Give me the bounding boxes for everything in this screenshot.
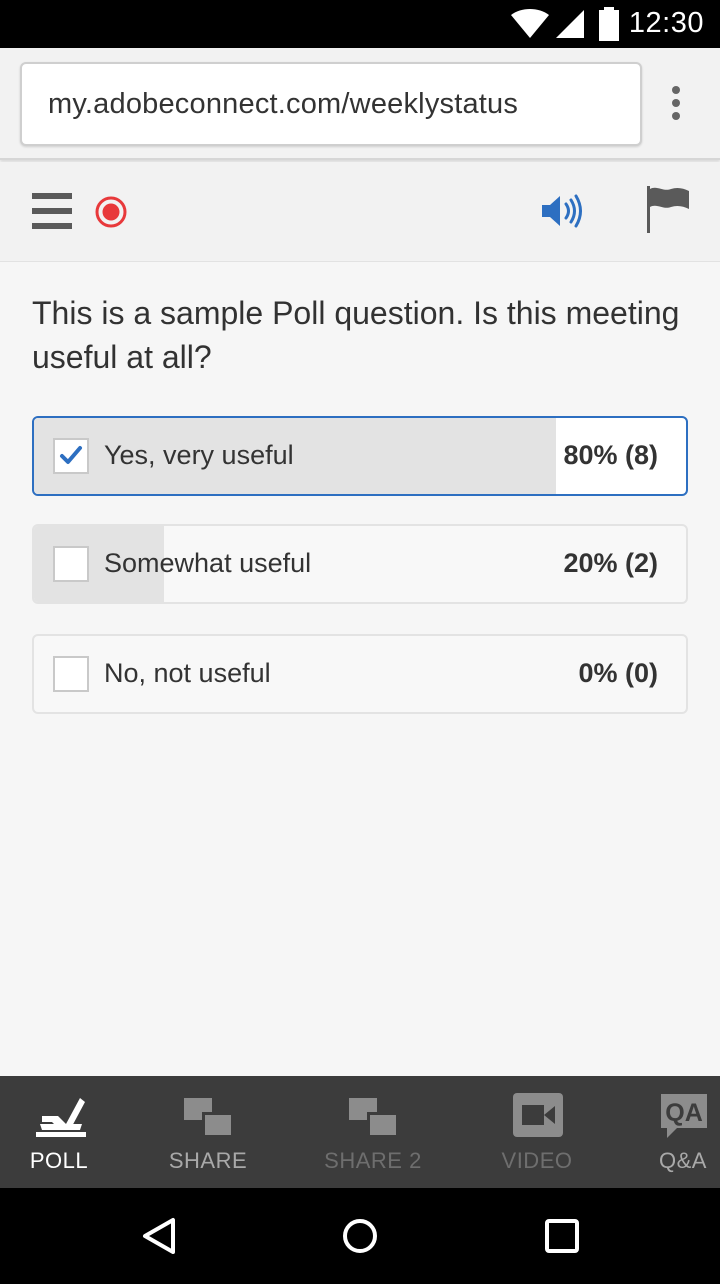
url-field[interactable]: my.adobeconnect.com/weeklystatus — [20, 62, 642, 146]
video-camera-icon — [513, 1093, 563, 1137]
tab-label: Q&A — [659, 1148, 707, 1173]
option-result: 80% (8) — [563, 440, 658, 470]
status-bar: 12:30 — [0, 0, 720, 48]
poll-checkmark-icon — [36, 1098, 86, 1137]
url-text: my.adobeconnect.com/weeklystatus — [48, 88, 519, 120]
tab-poll[interactable]: POLL — [0, 1076, 118, 1188]
poll-option[interactable]: Somewhat useful 20% (2) — [32, 524, 688, 604]
poll-question: This is a sample Poll question. Is this … — [32, 295, 680, 375]
screen: 12:30 my.adobeconnect.com/weeklystatus T… — [0, 0, 720, 1284]
recents-icon[interactable] — [544, 1218, 580, 1254]
poll-panel: This is a sample Poll question. Is this … — [0, 263, 720, 1076]
share-icon — [349, 1098, 397, 1136]
tab-label: POLL — [29, 1148, 89, 1173]
option-result: 0% (0) — [578, 658, 658, 688]
svg-text:QA: QA — [665, 1099, 703, 1127]
hamburger-menu-icon[interactable] — [32, 192, 72, 230]
back-icon[interactable] — [140, 1216, 180, 1256]
tab-video[interactable]: VIDEO — [478, 1076, 596, 1188]
tab-qa[interactable]: QA Q&A — [642, 1076, 720, 1188]
option-checkbox[interactable] — [53, 656, 89, 692]
option-checkbox[interactable] — [53, 546, 89, 582]
wifi-icon — [511, 9, 549, 38]
option-result: 20% (2) — [563, 548, 658, 578]
record-icon[interactable] — [94, 195, 128, 229]
option-label: Yes, very useful — [104, 440, 294, 470]
cell-signal-icon — [556, 10, 584, 38]
tab-bar: POLL SHARE SHARE 2 VIDEO QA Q&A — [0, 1076, 720, 1188]
flag-icon[interactable] — [645, 186, 691, 234]
battery-icon — [599, 7, 619, 41]
option-label: Somewhat useful — [104, 548, 312, 578]
browser-bar: my.adobeconnect.com/weeklystatus — [0, 48, 720, 160]
home-icon[interactable] — [340, 1216, 380, 1256]
nav-bar — [0, 1188, 720, 1284]
share-icon — [184, 1098, 232, 1136]
checkmark-icon — [60, 446, 82, 464]
app-toolbar — [0, 162, 720, 262]
tab-label: SHARE 2 — [324, 1148, 422, 1173]
tab-share[interactable]: SHARE — [148, 1076, 268, 1188]
tab-share-2[interactable]: SHARE 2 — [312, 1076, 434, 1188]
option-checkbox[interactable] — [53, 438, 89, 474]
status-time: 12:30 — [628, 7, 704, 39]
tab-label: VIDEO — [501, 1148, 573, 1173]
poll-option[interactable]: No, not useful 0% (0) — [32, 634, 688, 714]
overflow-menu-icon[interactable] — [664, 86, 688, 126]
speaker-icon[interactable] — [540, 192, 586, 230]
tab-label: SHARE — [168, 1148, 248, 1173]
poll-option[interactable]: Yes, very useful 80% (8) — [32, 416, 688, 496]
option-label: No, not useful — [104, 658, 271, 688]
qa-icon: QA — [661, 1094, 707, 1138]
